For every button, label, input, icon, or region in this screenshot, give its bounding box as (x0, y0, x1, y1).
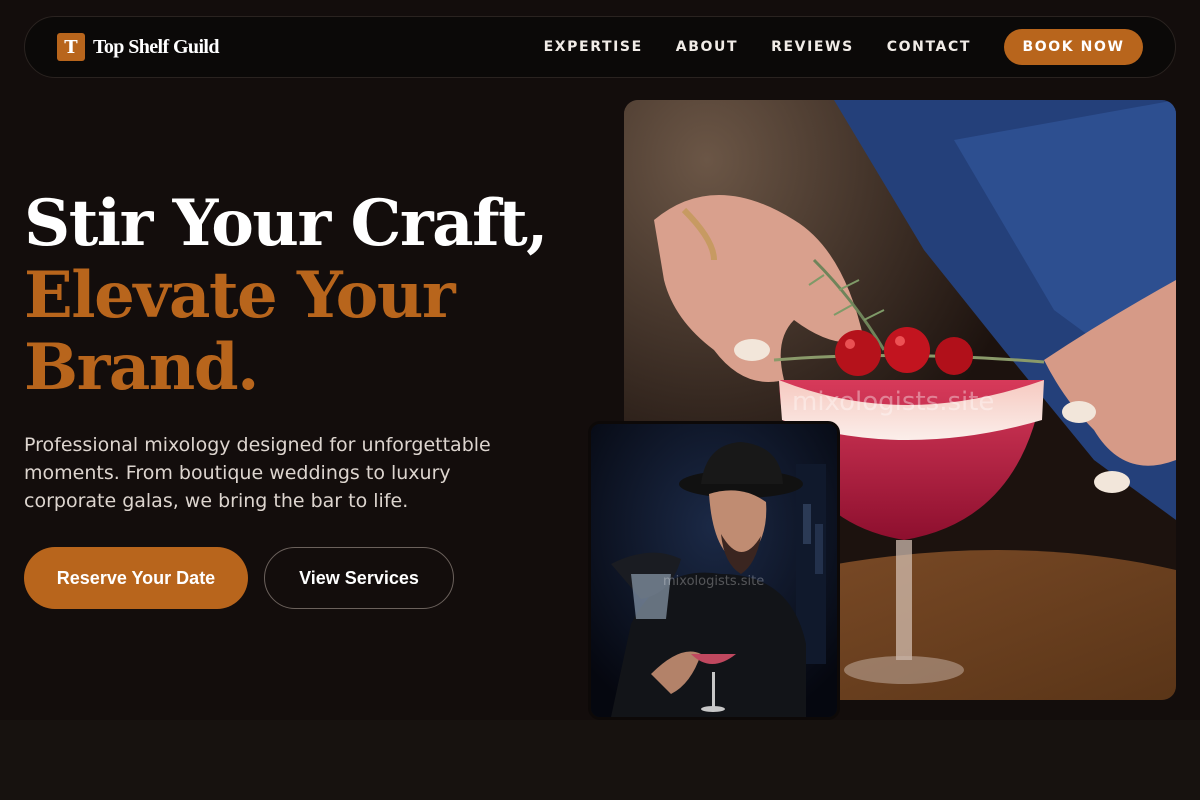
nav-link-about[interactable]: ABOUT (676, 39, 738, 55)
hero-title: Stir Your Craft, Elevate Your Brand. (24, 188, 584, 404)
hero-title-line2: Elevate Your Brand. (24, 258, 456, 405)
brand-name: Top Shelf Guild (93, 35, 219, 58)
bartender-photo-illustration (591, 424, 837, 717)
footer-band (0, 720, 1200, 800)
reserve-date-button[interactable]: Reserve Your Date (24, 547, 248, 609)
nav-link-reviews[interactable]: REVIEWS (771, 39, 854, 55)
brand-mark-icon: T (57, 33, 85, 61)
brand-logo[interactable]: T Top Shelf Guild (57, 33, 219, 61)
top-navigation: T Top Shelf Guild EXPERTISE ABOUT REVIEW… (24, 16, 1176, 78)
hero-subtitle: Professional mixology designed for unfor… (24, 434, 491, 512)
book-now-button[interactable]: BOOK NOW (1004, 29, 1143, 65)
bartender-photo: mixologists.site (588, 421, 840, 720)
nav-link-expertise[interactable]: EXPERTISE (544, 39, 643, 55)
hero-title-line1: Stir Your Craft, (24, 186, 548, 261)
nav-link-contact[interactable]: CONTACT (887, 39, 971, 55)
nav-links: EXPERTISE ABOUT REVIEWS CONTACT BOOK NOW (544, 29, 1143, 65)
view-services-button[interactable]: View Services (264, 547, 454, 609)
